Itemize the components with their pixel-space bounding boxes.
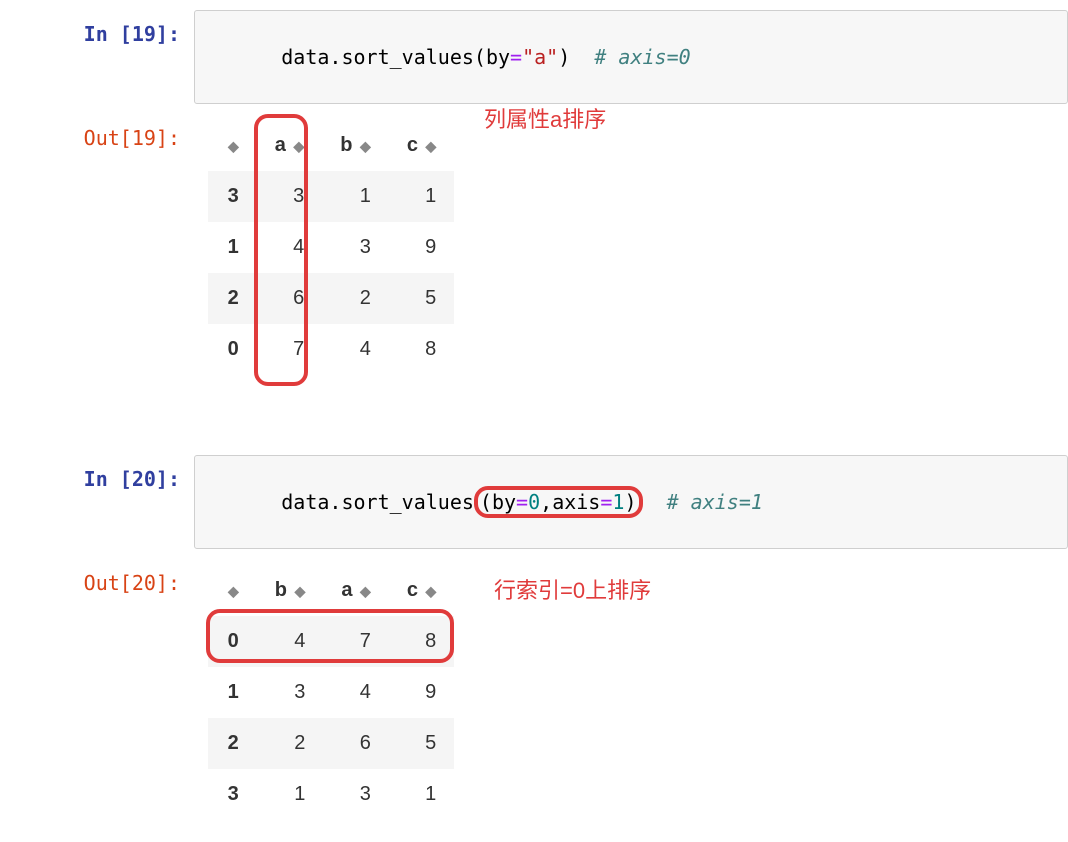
out-prompt-19: Out[19]: xyxy=(0,114,194,150)
cell: 3 xyxy=(257,667,324,718)
code-token: 0 xyxy=(528,490,540,514)
output-cell-20: Out[20]: 行索引=0上排序 ◆ b ◆ a ◆ c ◆ 0 4 xyxy=(0,559,1068,820)
code-input-19[interactable]: data.sort_values(by="a") # axis=0 xyxy=(194,10,1068,104)
table-header-b[interactable]: b ◆ xyxy=(257,565,324,616)
table-row: 0 4 7 8 xyxy=(208,616,454,667)
code-token: , xyxy=(540,490,552,514)
code-token: axis xyxy=(552,490,600,514)
cell: 6 xyxy=(323,718,388,769)
cell: 1 xyxy=(257,769,324,820)
code-comment: # axis=1 xyxy=(667,490,763,514)
cell: 3 xyxy=(257,171,322,222)
table-row: 1 4 3 9 xyxy=(208,222,454,273)
cell: 3 xyxy=(323,769,388,820)
output-area-19: 列属性a排序 ◆ a ◆ b ◆ c ◆ 3 3 1 1 xyxy=(194,114,1068,375)
sort-icon[interactable]: ◆ xyxy=(228,139,239,153)
sort-icon[interactable]: ◆ xyxy=(360,139,371,153)
code-comment: # axis=0 xyxy=(594,45,690,69)
code-token: ( xyxy=(480,490,492,514)
cell: 9 xyxy=(389,222,454,273)
cell: 1 xyxy=(389,769,454,820)
in-prompt-19: In [19]: xyxy=(0,10,194,46)
table-header-c[interactable]: c ◆ xyxy=(389,120,454,171)
table-header-index[interactable]: ◆ xyxy=(208,120,257,171)
code-token: = xyxy=(510,45,522,69)
cell: 7 xyxy=(323,616,388,667)
row-index: 3 xyxy=(208,769,257,820)
sort-icon[interactable]: ◆ xyxy=(228,584,239,598)
table-header-row: ◆ a ◆ b ◆ c ◆ xyxy=(208,120,454,171)
output-area-20: 行索引=0上排序 ◆ b ◆ a ◆ c ◆ 0 4 7 8 xyxy=(194,559,1068,820)
cell: 8 xyxy=(389,324,454,375)
code-token: data.sort_values xyxy=(281,490,474,514)
sort-icon[interactable]: ◆ xyxy=(295,584,306,598)
table-row: 2 2 6 5 xyxy=(208,718,454,769)
code-space xyxy=(643,490,667,514)
code-token: = xyxy=(600,490,612,514)
cell: 5 xyxy=(389,718,454,769)
annotation-20: 行索引=0上排序 xyxy=(494,573,651,605)
notebook-root: In [19]: data.sort_values(by="a") # axis… xyxy=(0,0,1068,820)
row-index: 0 xyxy=(208,324,257,375)
table-header-a[interactable]: a ◆ xyxy=(257,120,322,171)
table-row: 3 3 1 1 xyxy=(208,171,454,222)
cell: 2 xyxy=(322,273,389,324)
cell: 4 xyxy=(257,222,322,273)
code-token: ) xyxy=(624,490,636,514)
cell: 6 xyxy=(257,273,322,324)
sort-icon[interactable]: ◆ xyxy=(426,584,437,598)
table-header-a[interactable]: a ◆ xyxy=(323,565,388,616)
cell: 4 xyxy=(322,324,389,375)
annotation-19: 列属性a排序 xyxy=(484,102,606,134)
out-prompt-20: Out[20]: xyxy=(0,559,194,595)
cell: 1 xyxy=(389,171,454,222)
dataframe-table-19: ◆ a ◆ b ◆ c ◆ 3 3 1 1 1 4 xyxy=(208,120,454,375)
code-token: "a" xyxy=(522,45,558,69)
sort-icon[interactable]: ◆ xyxy=(293,139,304,153)
cell: 2 xyxy=(257,718,324,769)
sort-icon[interactable]: ◆ xyxy=(426,139,437,153)
cell: 1 xyxy=(322,171,389,222)
code-token: 1 xyxy=(612,490,624,514)
code-token: = xyxy=(516,490,528,514)
row-index: 2 xyxy=(208,273,257,324)
cell: 9 xyxy=(389,667,454,718)
row-index: 1 xyxy=(208,667,257,718)
code-space xyxy=(570,45,594,69)
dataframe-table-20: ◆ b ◆ a ◆ c ◆ 0 4 7 8 1 3 xyxy=(208,565,454,820)
cell: 3 xyxy=(322,222,389,273)
row-index: 0 xyxy=(208,616,257,667)
table-row: 0 7 4 8 xyxy=(208,324,454,375)
code-input-20[interactable]: data.sort_values(by=0,axis=1) # axis=1 xyxy=(194,455,1068,549)
code-token: ) xyxy=(558,45,570,69)
input-cell-20: In [20]: data.sort_values(by=0,axis=1) #… xyxy=(0,455,1068,549)
row-index: 2 xyxy=(208,718,257,769)
table-row: 3 1 3 1 xyxy=(208,769,454,820)
table-header-b[interactable]: b ◆ xyxy=(322,120,389,171)
highlight-args: (by=0,axis=1) xyxy=(474,486,643,518)
code-token: by xyxy=(492,490,516,514)
row-index: 3 xyxy=(208,171,257,222)
cell: 4 xyxy=(323,667,388,718)
in-prompt-20: In [20]: xyxy=(0,455,194,491)
code-token: data.sort_values(by xyxy=(281,45,510,69)
table-header-c[interactable]: c ◆ xyxy=(389,565,454,616)
cell: 5 xyxy=(389,273,454,324)
output-cell-19: Out[19]: 列属性a排序 ◆ a ◆ b ◆ c ◆ 3 3 1 xyxy=(0,114,1068,375)
table-header-index[interactable]: ◆ xyxy=(208,565,257,616)
sort-icon[interactable]: ◆ xyxy=(360,584,371,598)
row-index: 1 xyxy=(208,222,257,273)
table-row: 1 3 4 9 xyxy=(208,667,454,718)
cell: 4 xyxy=(257,616,324,667)
cell: 8 xyxy=(389,616,454,667)
table-row: 2 6 2 5 xyxy=(208,273,454,324)
input-cell-19: In [19]: data.sort_values(by="a") # axis… xyxy=(0,10,1068,104)
cell: 7 xyxy=(257,324,322,375)
table-header-row: ◆ b ◆ a ◆ c ◆ xyxy=(208,565,454,616)
